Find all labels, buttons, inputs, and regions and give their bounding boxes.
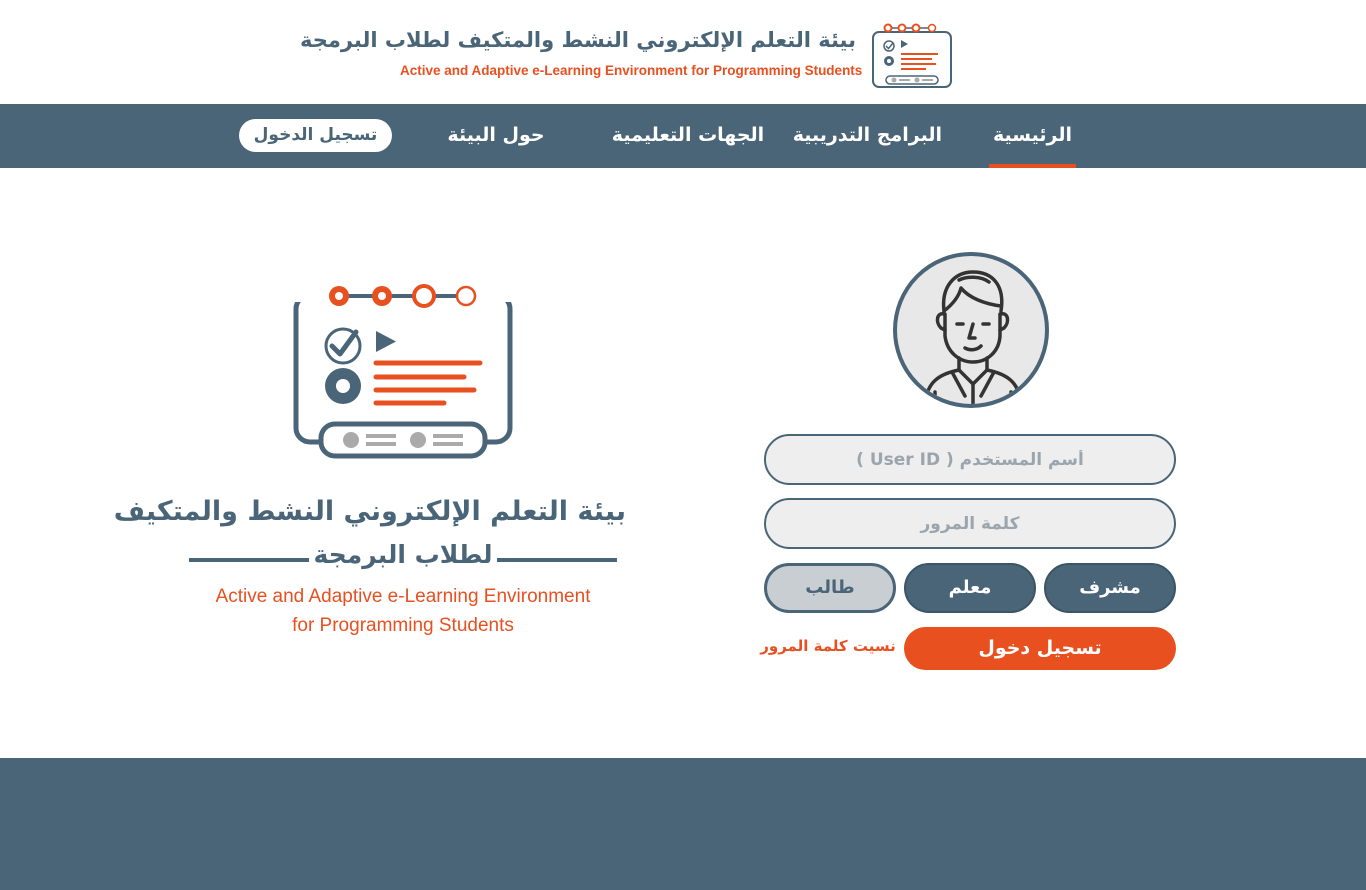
elearning-logo-icon — [286, 280, 520, 459]
brand-divider-left — [189, 558, 309, 562]
role-student-button[interactable]: طالب — [764, 563, 896, 613]
nav-training-programs[interactable]: البرامج التدريبية — [793, 104, 942, 168]
forgot-password-link[interactable]: نسيت كلمة المرور — [760, 637, 896, 655]
username-input[interactable] — [764, 434, 1176, 485]
nav-about[interactable]: حول البيئة — [445, 104, 547, 168]
site-footer — [0, 758, 1366, 890]
brand-subtitle-arabic: لطلاب البرمجة — [313, 540, 493, 569]
role-teacher-button[interactable]: معلم — [904, 563, 1036, 613]
brand-title-english-line2: for Programming Students — [292, 615, 514, 636]
user-avatar-icon — [893, 252, 1049, 408]
password-input[interactable] — [764, 498, 1176, 549]
header-title-english: Active and Adaptive e-Learning Environme… — [400, 63, 863, 78]
brand-title-arabic: بيئة التعلم الإلكتروني النشط والمتكيف — [113, 496, 626, 527]
header-title-arabic: بيئة التعلم الإلكتروني النشط والمتكيف لط… — [299, 28, 856, 52]
elearning-logo-icon — [872, 23, 952, 88]
site-header: بيئة التعلم الإلكتروني النشط والمتكيف لط… — [0, 0, 1366, 104]
brand-title-english: Active and Adaptive e-Learning Environme… — [170, 582, 636, 640]
brand-title-english-line1: Active and Adaptive e-Learning Environme… — [215, 586, 591, 607]
role-supervisor-button[interactable]: مشرف — [1044, 563, 1176, 613]
nav-login-button[interactable]: تسجيل الدخول — [239, 119, 392, 152]
main-navbar: الرئيسية البرامج التدريبية الجهات التعلي… — [0, 104, 1366, 168]
nav-home[interactable]: الرئيسية — [989, 104, 1076, 168]
brand-divider-right — [497, 558, 617, 562]
nav-educational-institutions[interactable]: الجهات التعليمية — [608, 104, 768, 168]
login-submit-button[interactable]: تسجيل دخول — [904, 627, 1176, 670]
